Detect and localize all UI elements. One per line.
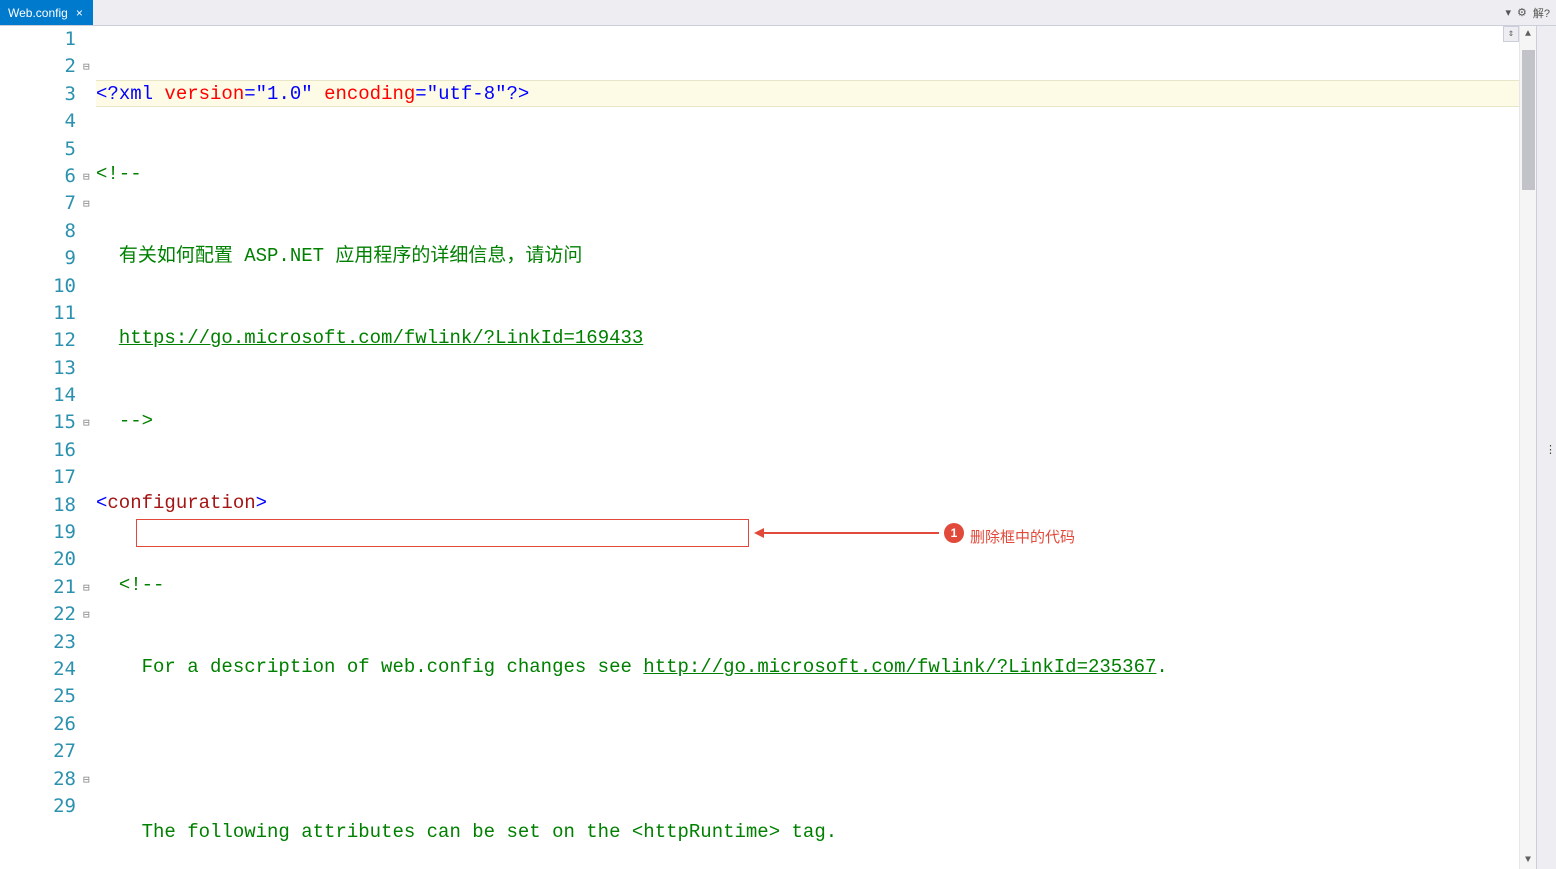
ln: 5 [0,136,82,163]
fold-marker[interactable] [82,355,96,382]
ln: 1 [0,26,82,53]
fold-marker[interactable] [82,629,96,656]
gear-icon[interactable]: ⚙ [1517,6,1527,19]
fold-marker[interactable] [82,245,96,272]
fold-marker[interactable] [82,492,96,519]
ln: 20 [0,546,82,573]
annotation-text: 删除框中的代码 [970,524,1075,551]
fold-marker[interactable]: ⊟ [82,190,96,217]
fold-marker[interactable] [82,300,96,327]
annotation-highlight-box [136,519,749,547]
ln: 24 [0,656,82,683]
ln: 15 [0,409,82,436]
tab-label: Web.config [8,6,68,20]
fold-marker[interactable]: ⊟ [82,601,96,628]
ln: 4 [0,108,82,135]
fold-marker[interactable] [82,81,96,108]
ln: 19 [0,519,82,546]
fold-marker[interactable] [82,711,96,738]
annotation-arrow-line [764,532,939,534]
ln: 9 [0,245,82,272]
ln: 13 [0,355,82,382]
fold-marker[interactable] [82,218,96,245]
ln: 27 [0,738,82,765]
fold-marker[interactable] [82,546,96,573]
fold-marker[interactable] [82,136,96,163]
tab-bar: Web.config × ▾ ⚙ 解? [0,0,1556,26]
fold-marker[interactable]: ⊟ [82,53,96,80]
code-line[interactable]: 有关如何配置 ASP.NET 应用程序的详细信息，请访问 [96,243,1519,270]
code-line[interactable]: <!-- [96,572,1519,599]
fold-marker[interactable] [82,108,96,135]
ln: 3 [0,81,82,108]
ln: 26 [0,711,82,738]
annotation-badge: 1 [944,523,964,543]
ln: 7 [0,190,82,217]
fold-marker[interactable] [82,26,96,53]
help-label[interactable]: 解? [1533,5,1550,21]
fold-marker[interactable]: ⊟ [82,409,96,436]
annotation-arrow-icon [754,528,764,538]
ln: 6 [0,163,82,190]
ln: 14 [0,382,82,409]
ln: 25 [0,683,82,710]
line-number-gutter: 1 2 3 4 5 6 7 8 9 10 11 12 13 14 15 16 1… [0,26,82,869]
ln: 17 [0,464,82,491]
tab-webconfig[interactable]: Web.config × [0,0,93,25]
ln: 16 [0,437,82,464]
fold-marker[interactable] [82,738,96,765]
code-editor[interactable]: 1 2 3 4 5 6 7 8 9 10 11 12 13 14 15 16 1… [0,26,1536,869]
code-line[interactable]: The following attributes can be set on t… [96,819,1519,846]
code-line[interactable]: <?xml version="1.0" encoding="utf-8"?> [96,80,1519,107]
fold-marker[interactable] [82,382,96,409]
fold-marker[interactable]: ⊟ [82,766,96,793]
fold-marker[interactable] [82,683,96,710]
fold-marker[interactable] [82,793,96,820]
ln: 8 [0,218,82,245]
ln: 12 [0,327,82,354]
dropdown-icon[interactable]: ▾ [1505,6,1511,19]
side-panel: ⋮ 搜 ⎆ Git 属 X [1536,26,1556,869]
code-line[interactable]: For a description of web.config changes … [96,654,1519,681]
ln: 23 [0,629,82,656]
code-line[interactable]: --> [96,408,1519,435]
ln: 28 [0,766,82,793]
code-area[interactable]: <?xml version="1.0" encoding="utf-8"?> <… [96,26,1519,869]
sidepanel-tab[interactable]: ⋮ [1545,443,1556,458]
ln: 2 [0,53,82,80]
ln: 29 [0,793,82,820]
split-handle-icon[interactable]: ⇕ [1503,26,1519,42]
ln: 22 [0,601,82,628]
fold-marker[interactable] [82,327,96,354]
fold-column: ⊟ ⊟ ⊟ ⊟ ⊟ ⊟ [82,26,96,869]
scrollbar-thumb[interactable] [1522,50,1535,190]
code-line[interactable]: <!-- [96,161,1519,188]
ln: 18 [0,492,82,519]
fold-marker[interactable] [82,656,96,683]
code-line[interactable]: <configuration> [96,490,1519,517]
fold-marker[interactable]: ⊟ [82,574,96,601]
fold-marker[interactable] [82,437,96,464]
fold-marker[interactable] [82,519,96,546]
ln: 10 [0,273,82,300]
fold-marker[interactable]: ⊟ [82,163,96,190]
ln: 21 [0,574,82,601]
scroll-up-icon[interactable]: ▲ [1520,26,1536,43]
code-line[interactable] [96,736,1519,763]
vertical-scrollbar[interactable]: ▲ ▼ [1519,26,1536,869]
close-icon[interactable]: × [74,7,85,19]
fold-marker[interactable] [82,273,96,300]
fold-marker[interactable] [82,464,96,491]
code-line[interactable]: https://go.microsoft.com/fwlink/?LinkId=… [96,325,1519,352]
ln: 11 [0,300,82,327]
scroll-down-icon[interactable]: ▼ [1520,852,1536,869]
